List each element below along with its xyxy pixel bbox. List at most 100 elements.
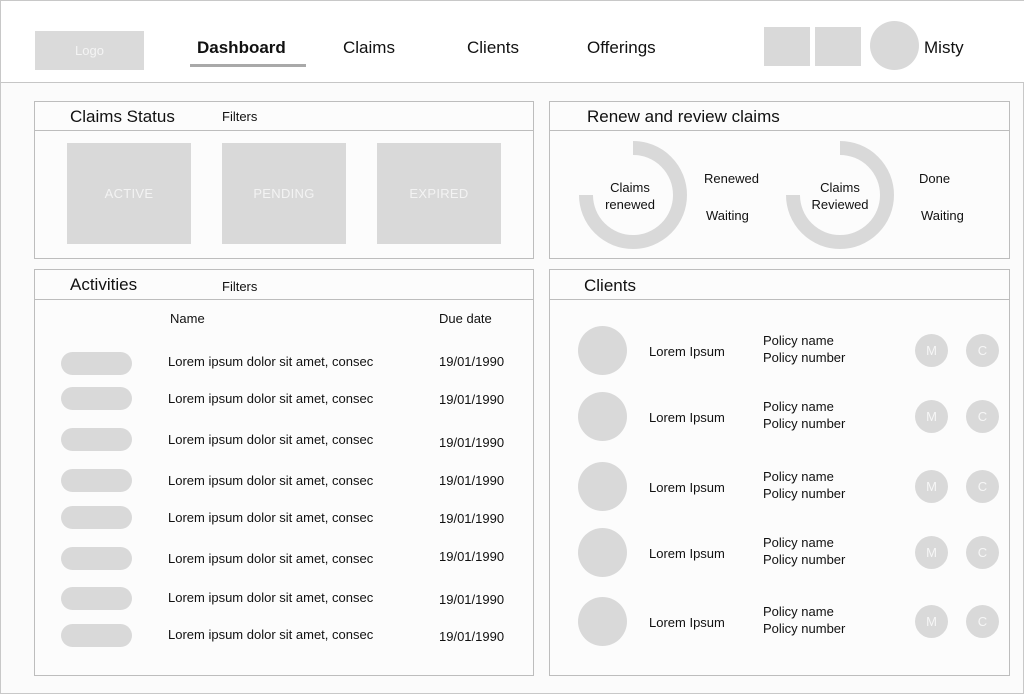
activity-due-date: 19/01/1990 xyxy=(439,473,505,488)
activity-tag[interactable] xyxy=(61,352,132,375)
activity-due-date: 19/01/1990 xyxy=(439,511,505,526)
activity-due-date: 19/01/1990 xyxy=(439,392,505,407)
header-action-button-2[interactable] xyxy=(815,27,861,66)
client-c-button[interactable]: C xyxy=(966,334,999,367)
tab-dashboard[interactable]: Dashboard xyxy=(197,38,286,58)
legend-waiting: Waiting xyxy=(921,208,964,223)
activity-due-date: 19/01/1990 xyxy=(439,549,505,564)
activity-name: Lorem ipsum dolor sit amet, consec xyxy=(168,432,374,447)
status-pending-tile[interactable]: PENDING xyxy=(222,143,346,244)
panel-header: Renew and review claims xyxy=(550,102,1009,131)
activity-due-date: 19/01/1990 xyxy=(439,629,505,644)
donut-label-line1: Claims xyxy=(610,180,650,195)
activity-name: Lorem ipsum dolor sit amet, consec xyxy=(168,510,374,525)
activity-tag[interactable] xyxy=(61,387,132,410)
policy-name: Policy name xyxy=(763,333,834,348)
client-policy: Policy name Policy number xyxy=(763,603,845,637)
username[interactable]: Misty xyxy=(924,38,964,58)
activity-tag[interactable] xyxy=(61,469,132,492)
client-c-button[interactable]: C xyxy=(966,605,999,638)
status-expired-tile[interactable]: EXPIRED xyxy=(377,143,501,244)
filters-link[interactable]: Filters xyxy=(222,279,257,294)
status-active-tile[interactable]: ACTIVE xyxy=(67,143,191,244)
tab-claims[interactable]: Claims xyxy=(343,38,395,58)
donut-label-line2: Reviewed xyxy=(811,197,869,212)
client-m-button[interactable]: M xyxy=(915,334,948,367)
client-avatar xyxy=(578,528,627,577)
client-c-button[interactable]: C xyxy=(966,400,999,433)
column-header-due-date: Due date xyxy=(439,311,492,326)
top-header: Logo Dashboard Claims Clients Offerings … xyxy=(1,1,1024,83)
policy-name: Policy name xyxy=(763,469,834,484)
logo[interactable]: Logo xyxy=(35,31,144,70)
panel-header: Activities Filters xyxy=(35,270,533,300)
activity-name: Lorem ipsum dolor sit amet, consec xyxy=(168,391,374,406)
client-policy: Policy name Policy number xyxy=(763,534,845,568)
activity-name: Lorem ipsum dolor sit amet, consec xyxy=(168,590,374,605)
client-policy: Policy name Policy number xyxy=(763,332,845,366)
panel-title: Activities xyxy=(70,275,138,294)
client-avatar xyxy=(578,326,627,375)
activity-tag[interactable] xyxy=(61,624,132,647)
donut-label: Claims Reviewed xyxy=(801,179,879,213)
client-avatar xyxy=(578,392,627,441)
activity-name: Lorem ipsum dolor sit amet, consec xyxy=(168,354,374,369)
client-avatar xyxy=(578,597,627,646)
client-c-button[interactable]: C xyxy=(966,470,999,503)
policy-number: Policy number xyxy=(763,350,846,365)
activity-tag[interactable] xyxy=(61,547,132,570)
client-policy: Policy name Policy number xyxy=(763,398,845,432)
policy-number: Policy number xyxy=(763,552,846,567)
app-frame: Logo Dashboard Claims Clients Offerings … xyxy=(0,0,1024,694)
client-m-button[interactable]: M xyxy=(915,400,948,433)
activity-name: Lorem ipsum dolor sit amet, consec xyxy=(168,627,374,642)
legend-done: Done xyxy=(919,171,951,186)
activity-due-date: 19/01/1990 xyxy=(439,354,505,369)
activity-tag[interactable] xyxy=(61,428,132,451)
client-name: Lorem Ipsum xyxy=(649,615,725,630)
policy-number: Policy number xyxy=(763,486,846,501)
panel-header: Clients xyxy=(550,270,1009,300)
activity-due-date: 19/01/1990 xyxy=(439,435,505,450)
panel-title: Claims Status xyxy=(70,107,175,126)
policy-name: Policy name xyxy=(763,399,834,414)
tab-clients[interactable]: Clients xyxy=(467,38,519,58)
client-avatar xyxy=(578,462,627,511)
donut-label-line1: Claims xyxy=(820,180,860,195)
client-c-button[interactable]: C xyxy=(966,536,999,569)
client-name: Lorem Ipsum xyxy=(649,344,725,359)
activity-due-date: 19/01/1990 xyxy=(439,592,505,607)
panel-header: Claims Status Filters xyxy=(35,102,533,131)
policy-number: Policy number xyxy=(763,416,846,431)
donut-label-line2: renewed xyxy=(605,197,655,212)
client-name: Lorem Ipsum xyxy=(649,546,725,561)
donut-label: Claims renewed xyxy=(595,179,665,213)
policy-number: Policy number xyxy=(763,621,846,636)
claims-status-panel: Claims Status Filters ACTIVE PENDING EXP… xyxy=(34,101,534,259)
column-header-name: Name xyxy=(170,311,205,326)
client-name: Lorem Ipsum xyxy=(649,480,725,495)
activity-name: Lorem ipsum dolor sit amet, consec xyxy=(168,473,374,488)
activity-name: Lorem ipsum dolor sit amet, consec xyxy=(168,551,374,566)
active-tab-indicator xyxy=(190,64,306,67)
renew-review-panel: Renew and review claims Claims renewed R… xyxy=(549,101,1010,259)
header-action-button-1[interactable] xyxy=(764,27,810,66)
activities-panel: Activities Filters Name Due date Lorem i… xyxy=(34,269,534,676)
client-m-button[interactable]: M xyxy=(915,536,948,569)
client-name: Lorem Ipsum xyxy=(649,410,725,425)
client-m-button[interactable]: M xyxy=(915,470,948,503)
panel-title: Clients xyxy=(584,276,636,295)
legend-waiting: Waiting xyxy=(706,208,749,223)
activity-tag[interactable] xyxy=(61,506,132,529)
policy-name: Policy name xyxy=(763,535,834,550)
legend-renewed: Renewed xyxy=(704,171,759,186)
client-m-button[interactable]: M xyxy=(915,605,948,638)
client-policy: Policy name Policy number xyxy=(763,468,845,502)
tab-offerings[interactable]: Offerings xyxy=(587,38,656,58)
activity-tag[interactable] xyxy=(61,587,132,610)
user-avatar[interactable] xyxy=(870,21,919,70)
panel-title: Renew and review claims xyxy=(587,107,780,126)
filters-link[interactable]: Filters xyxy=(222,109,257,124)
policy-name: Policy name xyxy=(763,604,834,619)
clients-panel: Clients Lorem Ipsum Policy name Policy n… xyxy=(549,269,1010,676)
